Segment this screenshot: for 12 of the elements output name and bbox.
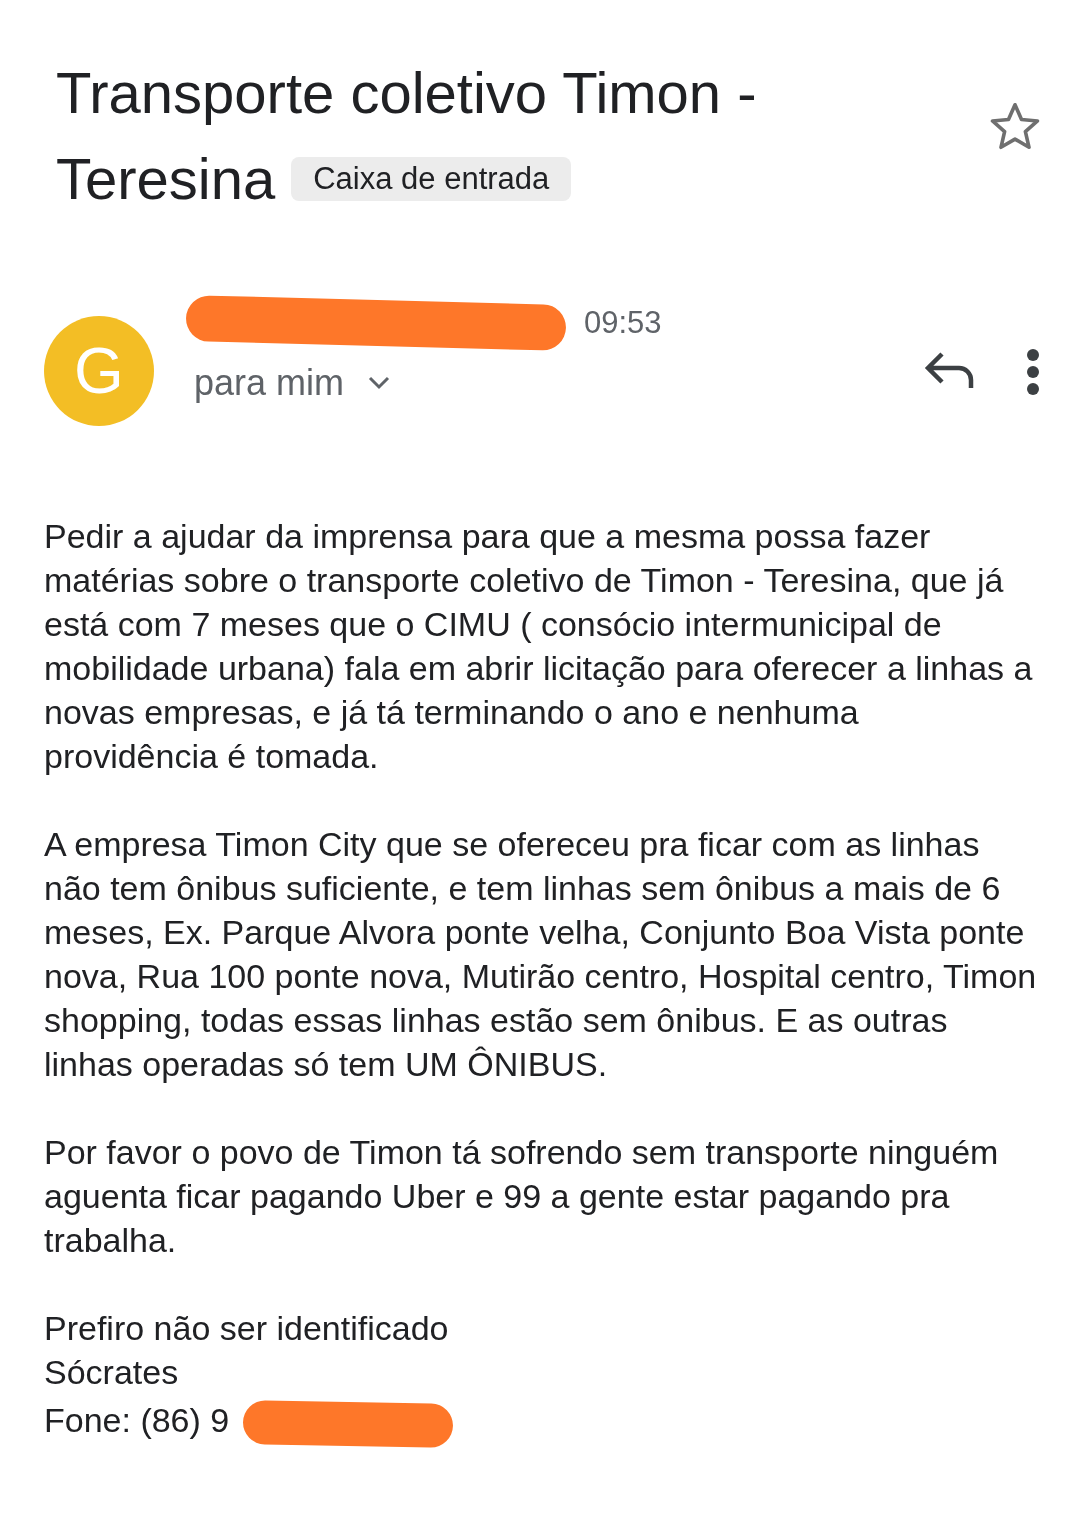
signature-line: Prefiro não ser identificado: [44, 1308, 449, 1349]
signature-line: Sócrates: [44, 1352, 179, 1393]
signature-line: Fone: (86) 9: [44, 1400, 230, 1441]
more-options-icon[interactable]: [1026, 348, 1040, 396]
email-subject: Transporte coletivo Timon - Teresina Caixa de entrada: [56, 59, 758, 213]
recipient-toggle[interactable]: para mim: [194, 362, 393, 404]
body-paragraph: Por favor o povo de Timon tá sofrendo sem transporte ninguém aguenta ficar pagando Uber e 99 a gente estar pagando pra trabalha.: [44, 1132, 1000, 1261]
body-paragraph: A empresa Timon City que se ofereceu pra ficar com as linhas não tem ônibus suficiente, e tem linhas sem ônibus a mais de 6 meses, Ex. Parque Alvora ponte velha, Conjunto Boa Vista ponte nova, Rua 100 ponte nova, Mutirão centro, Hospital centro, Timon shopping, todas essas linhas estão sem ônibus. E as outras linhas operadas só tem UM ÔNIBUS.: [44, 824, 1038, 1085]
body-paragraph: Pedir a ajudar da imprensa para que a mesma possa fazer matérias sobre o transporte coletivo de Timon - Teresina, que já está com 7 meses que o CIMU ( consócio intermunicipal de mobilidade urbana) fala em abrir licitação para oferecer a linhas a novas empresas, e já tá terminando o ano e nenhuma providência é tomada.: [44, 516, 1034, 777]
email-time: 09:53: [584, 305, 662, 341]
sender-avatar: G: [44, 316, 154, 426]
inbox-label[interactable]: Caixa de entrada: [291, 157, 572, 201]
